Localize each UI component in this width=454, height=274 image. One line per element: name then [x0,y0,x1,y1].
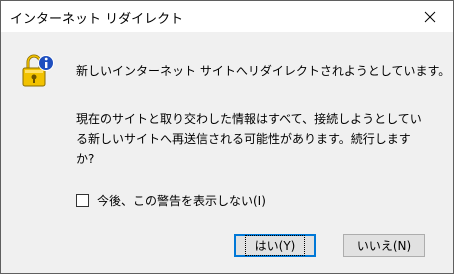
message-line: か? [76,152,95,166]
dont-show-again-option[interactable]: 今後、この警告を表示しない(I) [76,192,266,209]
window-title: インターネット リダイレクト [10,12,184,27]
dont-show-again-label: 今後、この警告を表示しない(I) [97,194,266,208]
title-bar: インターネット リダイレクト [1,1,453,32]
close-icon [424,11,436,23]
dont-show-again-checkbox[interactable] [76,194,89,207]
dialog-content: 新しいインターネット サイトへリダイレクトされようとしています。 現在のサイトと… [1,32,453,273]
redirect-dialog: インターネット リダイレクト 新しいインターネット サイトへリダイレクトされよう… [0,0,454,274]
close-button[interactable] [407,1,453,32]
dialog-message: 現在のサイトと取り交わした情報はすべて、接続しようとしてい る新しいサイトへ再送… [76,109,422,169]
message-line: 現在のサイトと取り交わした情報はすべて、接続しようとしてい [76,112,422,126]
yes-button-label: はい(Y) [244,235,306,256]
yes-button[interactable]: はい(Y) [234,234,316,257]
no-button-label: いいえ(N) [356,239,412,253]
dialog-heading: 新しいインターネット サイトへリダイレクトされようとしています。 [76,64,451,78]
no-button[interactable]: いいえ(N) [343,234,425,257]
message-line: る新しいサイトへ再送信される可能性があります。続行します [76,132,411,146]
padlock-info-icon [22,52,54,88]
